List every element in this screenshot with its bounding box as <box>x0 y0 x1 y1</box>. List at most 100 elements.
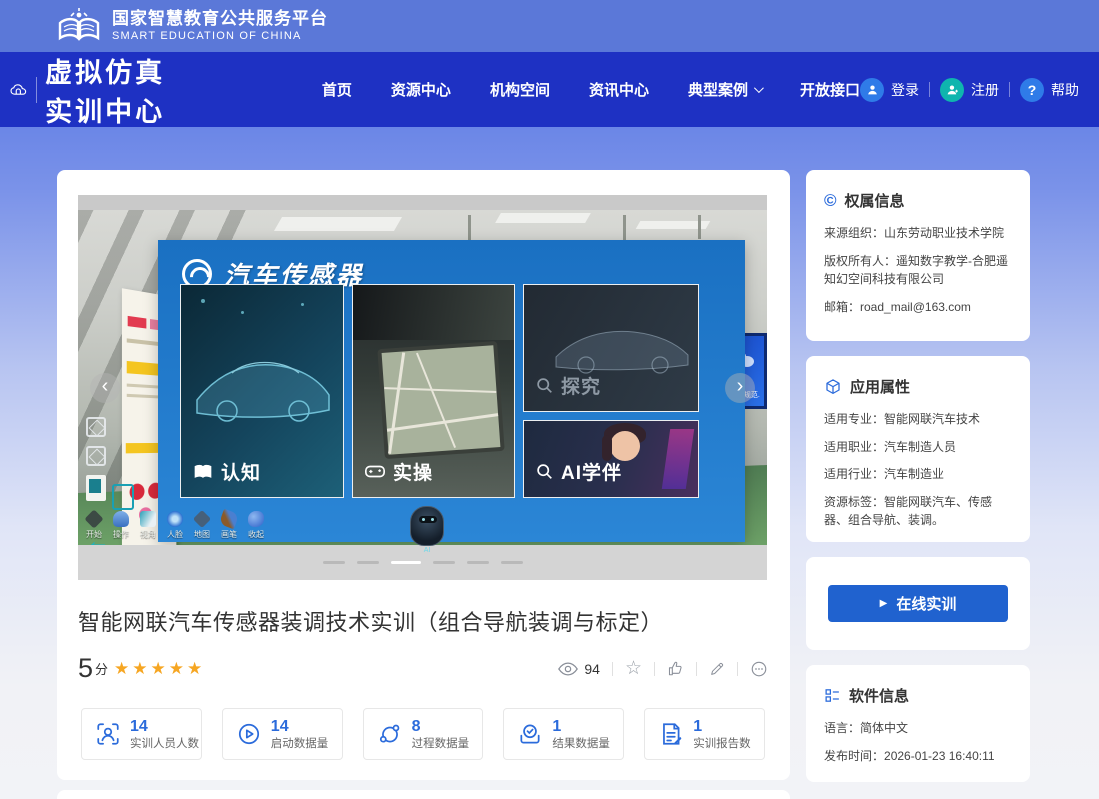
book-icon <box>193 464 213 480</box>
ai-robot[interactable]: AI <box>408 506 446 554</box>
stat-result-data: 1 结果数据量 <box>503 708 624 760</box>
edit-button[interactable] <box>709 661 725 677</box>
help-icon: ? <box>1020 78 1044 102</box>
divider <box>929 82 930 97</box>
row-label: 适用行业： <box>824 467 884 481</box>
software-row-publish-time: 发布时间：2026-01-23 16:40:11 <box>824 747 1012 766</box>
stat-process-data: 8 过程数据量 <box>363 708 484 760</box>
row-value: road_mail@163.com <box>860 300 971 314</box>
row-label: 资源标签： <box>824 495 884 509</box>
vr-cube-icon[interactable] <box>86 446 106 466</box>
open-book-logo-icon <box>56 7 102 45</box>
nav-item-resources[interactable]: 资源中心 <box>391 79 451 100</box>
start-cube-icon <box>84 509 103 528</box>
row-label: 版权所有人： <box>824 254 896 268</box>
tool-label: 画笔 <box>221 529 237 540</box>
training-panel: 汽车传感器 <box>158 240 745 542</box>
carousel-dot[interactable] <box>433 561 455 564</box>
help-button[interactable]: ? 帮助 <box>1020 78 1079 102</box>
card-explore[interactable]: 探究 <box>523 284 699 412</box>
vr-cube-icon[interactable] <box>86 417 106 437</box>
collapse-icon <box>248 511 264 527</box>
row-label: 邮箱： <box>824 300 860 314</box>
application-row-tags: 资源标签：智能网联汽车、传感器、组合导航、装调。 <box>824 493 1012 530</box>
nav-item-open-api[interactable]: 开放接口 <box>800 79 860 100</box>
carousel-dot[interactable] <box>357 561 379 564</box>
card-ai-partner[interactable]: AI学伴 <box>523 420 699 498</box>
application-row-major: 适用专业：智能网联汽车技术 <box>824 410 1012 429</box>
engagement-bar: 94 ☆ <box>558 659 768 678</box>
hero-carousel: 汽车传感器 <box>78 195 767 580</box>
tool-collapse[interactable]: 收起 <box>248 511 264 540</box>
nav-menu: 首页 资源中心 机构空间 资讯中心 典型案例 开放接口 <box>322 79 860 100</box>
brand-divider <box>36 77 37 103</box>
nav-item-home[interactable]: 首页 <box>322 79 352 100</box>
card-cognition[interactable]: 认知 <box>180 284 344 498</box>
carousel-dot[interactable] <box>467 561 489 564</box>
stat-label: 结果数据量 <box>552 737 610 751</box>
copyright-icon: © <box>824 192 837 209</box>
eye-icon <box>558 662 578 676</box>
nav-item-news[interactable]: 资讯中心 <box>589 79 649 100</box>
magnifier-icon <box>536 377 553 394</box>
nav-item-label: 机构空间 <box>490 79 550 100</box>
cloud-icon <box>10 78 27 102</box>
application-title: 应用属性 <box>850 376 910 397</box>
tool-map[interactable]: 地图 <box>194 511 210 540</box>
carousel-next-button[interactable]: › <box>725 373 755 403</box>
vr-clipboard-icon[interactable] <box>112 484 134 510</box>
register-button[interactable]: 注册 <box>940 78 999 102</box>
online-training-button[interactable]: ▶ 在线实训 <box>828 585 1008 622</box>
page: 国家智慧教育公共服务平台 SMART EDUCATION OF CHINA 虚拟… <box>0 0 1099 799</box>
tool-label: 地图 <box>194 529 210 540</box>
auth-area: 登录 注册 ? 帮助 <box>860 78 1079 102</box>
tool-face[interactable]: 人脸 <box>167 511 183 540</box>
stat-launches: 14 启动数据量 <box>222 708 343 760</box>
like-button[interactable] <box>667 660 684 677</box>
platform-name-en: SMART EDUCATION OF CHINA <box>112 30 328 43</box>
report-icon <box>658 721 684 747</box>
dark-car-icon <box>544 299 694 379</box>
rating-stars: ★★★★★ <box>114 659 205 679</box>
login-button[interactable]: 登录 <box>860 78 919 102</box>
row-label: 适用职业： <box>824 440 884 454</box>
register-label: 注册 <box>971 80 999 100</box>
platform-logo[interactable]: 国家智慧教育公共服务平台 SMART EDUCATION OF CHINA <box>56 7 328 45</box>
row-label: 语言： <box>824 721 860 735</box>
card-practice[interactable]: 实操 <box>352 284 515 498</box>
action-card: ▶ 在线实训 <box>806 557 1030 650</box>
carousel-dot-active[interactable] <box>391 561 421 564</box>
course-title: 智能网联汽车传感器装调技术实训（组合导航装调与标定） <box>78 605 768 637</box>
more-button[interactable] <box>750 660 768 678</box>
tool-label: 视角 <box>140 529 156 540</box>
site-brand[interactable]: 虚拟仿真实训中心 <box>10 51 170 129</box>
stat-value: 14 <box>271 717 329 737</box>
star-outline-icon: ☆ <box>625 659 642 678</box>
tool-brush[interactable]: 画笔 <box>221 511 237 540</box>
nav-item-institutions[interactable]: 机构空间 <box>490 79 550 100</box>
stat-label: 启动数据量 <box>271 737 329 751</box>
favorite-button[interactable]: ☆ <box>625 659 642 678</box>
stat-label: 过程数据量 <box>412 737 470 751</box>
hologram-car-icon <box>187 315 337 435</box>
carousel-prev-button[interactable]: ‹ <box>90 373 120 403</box>
row-label: 发布时间： <box>824 749 884 763</box>
face-icon <box>167 511 183 527</box>
card-label: 实操 <box>365 458 433 485</box>
operate-icon <box>113 511 129 527</box>
tool-view[interactable]: 视角 <box>140 511 156 540</box>
card-label: 探究 <box>536 372 601 399</box>
nav-item-cases[interactable]: 典型案例 <box>688 79 761 100</box>
character-face <box>610 431 640 461</box>
divider <box>612 662 613 676</box>
register-user-icon <box>940 78 964 102</box>
carousel-dot[interactable] <box>323 561 345 564</box>
play-circle-icon <box>236 721 262 747</box>
carousel-dot[interactable] <box>501 561 523 564</box>
application-header: 应用属性 <box>824 376 1012 397</box>
ownership-card: © 权属信息 来源组织：山东劳动职业技术学院 版权所有人：遥知数字教学-合肥遥知… <box>806 170 1030 341</box>
ownership-row-email: 邮箱：road_mail@163.com <box>824 298 1012 317</box>
vr-document-icon[interactable] <box>86 475 106 501</box>
tool-start[interactable]: 开始 <box>86 511 102 540</box>
tool-operate[interactable]: 操作 <box>113 511 129 540</box>
